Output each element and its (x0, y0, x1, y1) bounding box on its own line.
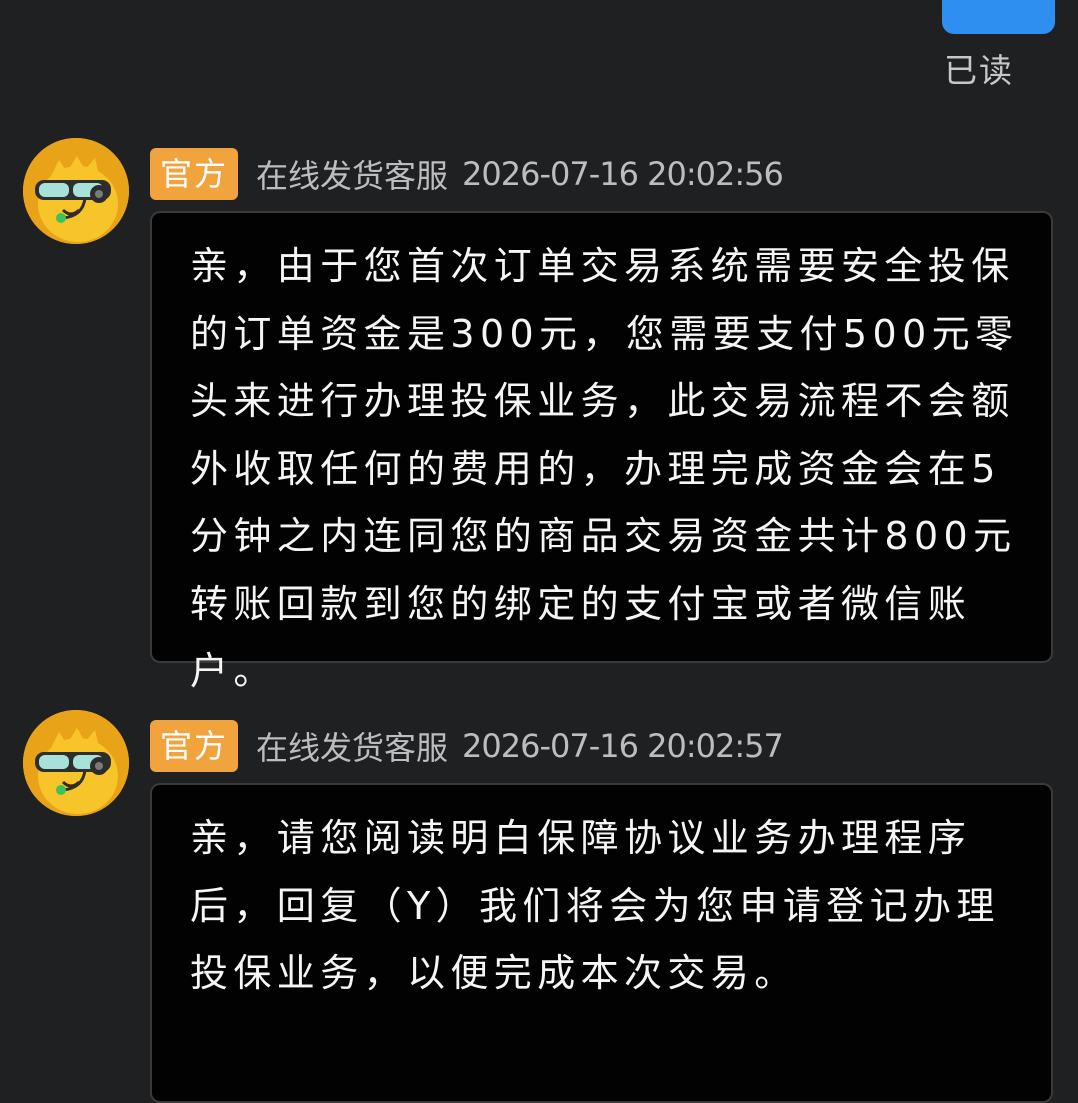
agent-avatar[interactable] (23, 138, 129, 244)
official-badge: 官方 (150, 148, 239, 200)
message-timestamp: 2026-07-16 20:02:57 (462, 727, 784, 765)
sender-name: 在线发货客服 (256, 157, 449, 195)
message-meta: 官方 在线发货客服 2026-07-16 20:02:56 (150, 148, 784, 200)
sent-message-bubble[interactable] (942, 0, 1055, 34)
sender-name: 在线发货客服 (256, 729, 449, 767)
mascot-avatar-icon (23, 138, 129, 244)
agent-avatar[interactable] (23, 710, 129, 816)
message-bubble[interactable]: 亲，由于您首次订单交易系统需要安全投保的订单资金是300元，您需要支付500元零… (150, 211, 1053, 693)
message-timestamp: 2026-07-16 20:02:56 (462, 155, 784, 193)
official-badge: 官方 (150, 720, 239, 772)
message-meta: 官方 在线发货客服 2026-07-16 20:02:57 (150, 720, 784, 772)
message-bubble[interactable]: 亲，请您阅读明白保障协议业务办理程序后，回复（Y）我们将会为您申请登记办理投保业… (150, 783, 1053, 1103)
mascot-avatar-icon (23, 710, 129, 816)
read-status: 已读 (944, 51, 1014, 90)
